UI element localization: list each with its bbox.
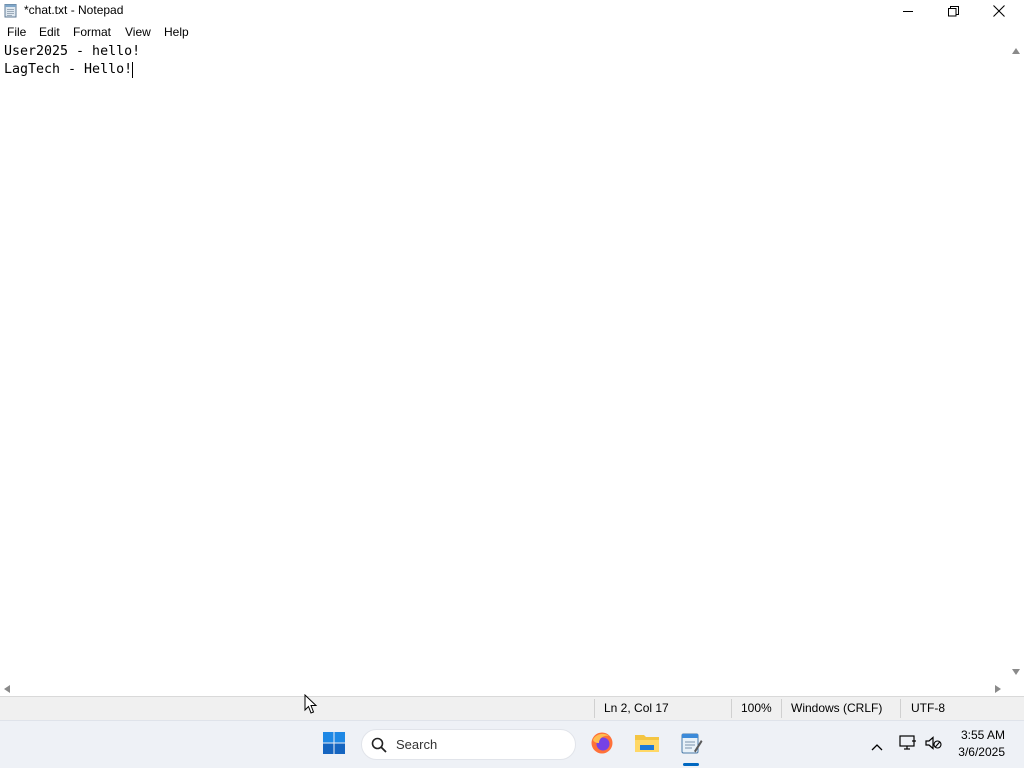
active-app-indicator [683, 763, 699, 766]
menu-bar: File Edit Format View Help [0, 22, 1024, 42]
scroll-down-icon[interactable] [1012, 669, 1020, 675]
search-icon [371, 737, 387, 757]
window-title: *chat.txt - Notepad [24, 3, 124, 17]
editor-line: User2025 - hello! [4, 44, 141, 59]
taskbar-firefox[interactable] [586, 729, 618, 761]
network-icon [899, 735, 917, 755]
file-explorer-icon [634, 732, 660, 758]
status-encoding: UTF-8 [911, 701, 945, 715]
text-caret [132, 62, 133, 78]
status-cursor-position: Ln 2, Col 17 [604, 701, 669, 715]
status-line-ending: Windows (CRLF) [791, 701, 883, 715]
minimize-icon [902, 2, 914, 21]
scroll-left-icon[interactable] [4, 685, 10, 693]
scrollbar-corner [1008, 682, 1024, 696]
firefox-icon [590, 731, 614, 759]
volume-button[interactable] [917, 729, 949, 761]
taskbar: Search 3:55 AM 3/6/2025 [0, 720, 1024, 768]
chevron-up-icon [871, 736, 883, 755]
menu-help[interactable]: Help [164, 25, 189, 39]
windows-start-icon [322, 731, 346, 759]
text-editor[interactable]: User2025 - hello! LagTech - Hello! [0, 42, 1008, 682]
taskbar-notepad[interactable] [675, 729, 707, 761]
volume-muted-icon [924, 735, 942, 755]
scroll-right-icon[interactable] [995, 685, 1001, 693]
notepad-icon [679, 731, 703, 759]
clock-date: 3/6/2025 [958, 745, 1005, 759]
close-icon [993, 2, 1005, 21]
search-placeholder: Search [396, 737, 438, 752]
notepad-icon [4, 3, 18, 18]
status-bar: Ln 2, Col 17 100% Windows (CRLF) UTF-8 [0, 696, 1024, 720]
restore-icon [947, 2, 959, 21]
minimize-button[interactable] [885, 0, 931, 22]
title-bar: *chat.txt - Notepad [0, 0, 1024, 22]
status-divider [781, 699, 782, 718]
start-button[interactable] [318, 729, 350, 761]
editor-line: LagTech - Hello! [4, 62, 133, 77]
vertical-scrollbar[interactable] [1008, 42, 1024, 682]
show-hidden-icons-button[interactable] [861, 729, 893, 761]
taskbar-file-explorer[interactable] [631, 729, 663, 761]
status-divider [731, 699, 732, 718]
status-zoom: 100% [741, 701, 772, 715]
menu-format[interactable]: Format [73, 25, 111, 39]
menu-view[interactable]: View [125, 25, 151, 39]
mouse-cursor-icon [304, 693, 318, 719]
scroll-up-icon[interactable] [1012, 48, 1020, 54]
clock-time: 3:55 AM [960, 728, 1005, 742]
menu-file[interactable]: File [7, 25, 26, 39]
system-clock[interactable]: 3:55 AM 3/6/2025 [958, 727, 1005, 761]
status-divider [594, 699, 595, 718]
status-divider [900, 699, 901, 718]
restore-button[interactable] [930, 0, 976, 22]
taskbar-search[interactable]: Search [361, 729, 576, 760]
close-button[interactable] [976, 0, 1022, 22]
menu-edit[interactable]: Edit [39, 25, 60, 39]
horizontal-scrollbar[interactable] [0, 682, 1008, 696]
